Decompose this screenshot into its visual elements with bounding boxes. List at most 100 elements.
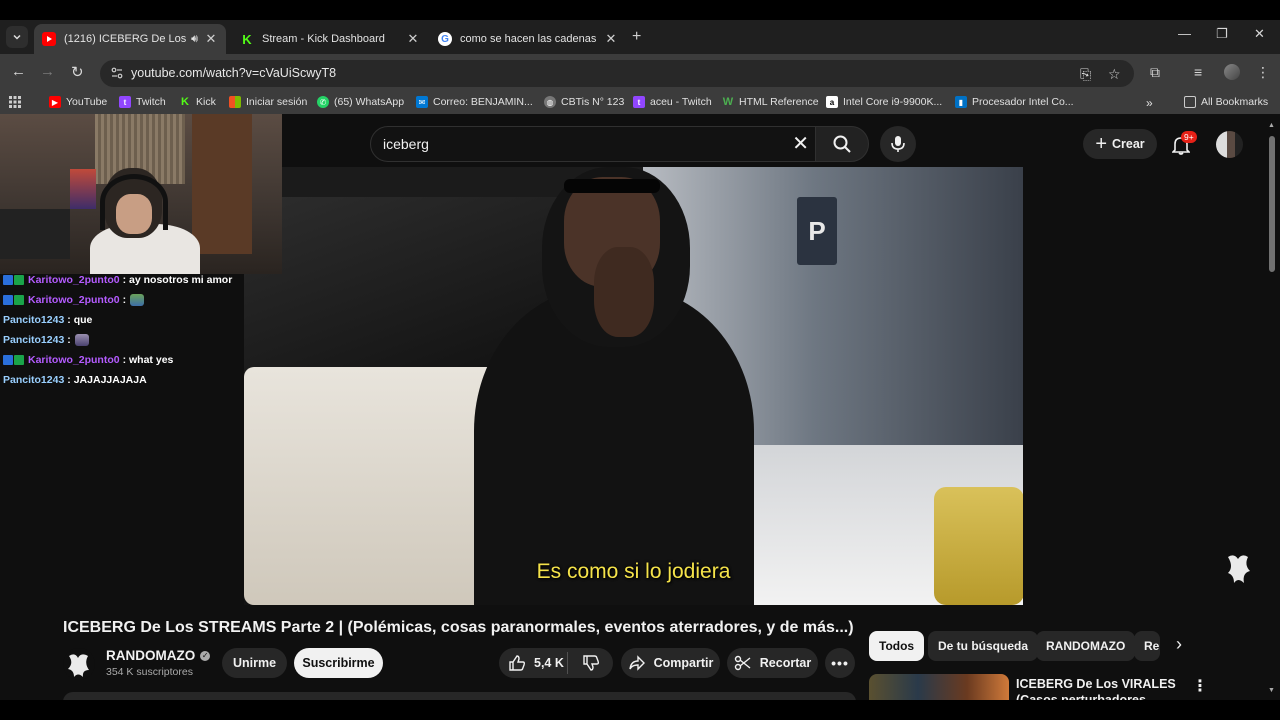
globe-icon: ◍ [544, 96, 556, 108]
minimize-icon[interactable]: — [1178, 26, 1191, 41]
page-scrollbar[interactable] [1268, 122, 1276, 698]
create-label: Crear [1112, 137, 1145, 151]
bookmark-cbtis[interactable]: ◍ CBTis N° 123 [544, 96, 624, 108]
profile-avatar[interactable] [1224, 64, 1240, 80]
tab-google[interactable]: G como se hacen las cadenas crafteo ✕ [430, 24, 626, 54]
notification-count-badge: 9+ [1181, 131, 1197, 143]
tab-youtube[interactable]: (1216) ICEBERG De Los STREAMS Parte 2 🔊︎… [34, 24, 226, 54]
more-vertical-icon[interactable]: ⋮ [1192, 676, 1208, 696]
video-player[interactable]: P Es como si lo jodiera [244, 167, 1023, 605]
search-input[interactable]: iceberg ✕ [370, 126, 816, 162]
scroll-down-icon[interactable]: ▼ [1268, 687, 1275, 694]
bookmark-youtube[interactable]: ▶ YouTube [49, 96, 107, 108]
bookmark-login[interactable]: Iniciar sesión [229, 96, 307, 108]
emote-icon [74, 334, 89, 346]
tab-title: (1216) ICEBERG De Los STREAMS Parte 2 [64, 33, 187, 45]
clear-search-icon[interactable]: ✕ [792, 131, 809, 156]
speaker-icon[interactable]: 🔊︎ [191, 33, 198, 46]
tab-title: Stream - Kick Dashboard [262, 33, 385, 45]
channel-watermark-icon[interactable] [1224, 551, 1256, 585]
chat-message: Karitowo_2punto0: what yes [0, 350, 244, 370]
chip-from-search[interactable]: De tu búsqueda [928, 631, 1039, 661]
new-tab-button[interactable]: + [632, 28, 641, 46]
related-video-thumbnail[interactable] [869, 674, 1009, 700]
tab-search-button[interactable] [6, 26, 28, 48]
chat-username: Pancito1243 [3, 314, 65, 326]
badge-icon [3, 275, 13, 285]
chevron-right-icon[interactable]: › [1176, 634, 1182, 655]
like-count[interactable]: 5,4 K [534, 656, 564, 670]
tab-title: como se hacen las cadenas crafteo [460, 33, 598, 45]
chat-username: Karitowo_2punto0 [28, 274, 120, 286]
reload-icon[interactable]: ↻ [71, 63, 84, 81]
search-query: iceberg [383, 136, 429, 152]
bookmark-mail[interactable]: ✉ Correo: BENJAMIN... [416, 96, 533, 108]
close-window-icon[interactable]: ✕ [1254, 26, 1265, 42]
media-control-icon[interactable]: ≡ [1194, 64, 1202, 80]
chip-channel[interactable]: RANDOMAZO [1036, 631, 1136, 661]
bookmark-aceu[interactable]: t aceu - Twitch [633, 96, 712, 108]
bookmark-intel-amazon[interactable]: a Intel Core i9-9900K... [826, 96, 942, 108]
folder-icon [1184, 96, 1196, 108]
bookmark-html-ref[interactable]: W HTML Reference [722, 96, 819, 108]
account-avatar[interactable] [1216, 131, 1243, 158]
close-icon[interactable]: ✕ [204, 31, 218, 47]
bookmark-whatsapp[interactable]: ✆ (65) WhatsApp [317, 96, 404, 108]
address-bar[interactable]: youtube.com/watch?v=cVaUiScwyT8 ⎘ ☆ [100, 60, 1134, 87]
chip-all[interactable]: Todos [869, 631, 925, 661]
search-button[interactable] [815, 126, 869, 162]
top-letterbox [0, 0, 1280, 20]
youtube-icon [42, 32, 56, 46]
channel-name[interactable]: RANDOMAZO ✓ [106, 648, 211, 663]
bookmark-intel[interactable]: ▮ Procesador Intel Co... [955, 96, 1074, 108]
site-info-icon[interactable] [110, 66, 124, 80]
video-frame-cup [934, 487, 1023, 605]
back-icon[interactable]: ← [11, 63, 26, 80]
menu-icon[interactable]: ⋮ [1256, 64, 1270, 81]
close-icon[interactable]: ✕ [604, 31, 618, 47]
youtube-icon: ▶ [49, 96, 61, 108]
join-button[interactable]: Unirme [222, 648, 287, 678]
description-box[interactable] [63, 692, 856, 700]
kick-icon: K [240, 32, 254, 47]
bookmark-label: Procesador Intel Co... [972, 96, 1074, 108]
chevron-down-icon [13, 34, 21, 40]
stream-chat-overlay: Karitowo_2punto0: ay nosotros mi amor Ka… [0, 270, 244, 390]
related-video-title[interactable]: ICEBERG De Los VIRALES (Casos perturbado… [1016, 676, 1176, 700]
channel-avatar[interactable] [63, 648, 95, 680]
kick-icon: K [181, 96, 189, 108]
scrollbar-thumb[interactable] [1269, 136, 1275, 272]
share-button[interactable]: Compartir [621, 648, 720, 678]
apps-icon[interactable] [9, 96, 21, 108]
google-icon: G [438, 32, 452, 46]
chat-message: Pancito1243: [0, 330, 244, 350]
bookmark-twitch[interactable]: t Twitch [119, 96, 166, 108]
close-icon[interactable]: ✕ [406, 31, 420, 47]
badge-icon [14, 355, 24, 365]
microphone-icon [891, 136, 905, 152]
url-text: youtube.com/watch?v=cVaUiScwyT8 [131, 66, 337, 80]
chip-related[interactable]: Re [1134, 631, 1160, 661]
subscribe-button[interactable]: Suscribirme [294, 648, 383, 678]
forward-icon[interactable]: → [40, 63, 55, 80]
dislike-button[interactable] [582, 654, 600, 677]
chat-text: ay nosotros mi amor [129, 274, 233, 286]
bookmark-kick[interactable]: K Kick [179, 96, 216, 108]
restore-icon[interactable]: ❐ [1216, 26, 1228, 42]
more-bookmarks-icon[interactable]: » [1146, 96, 1153, 110]
video-title: ICEBERG De Los STREAMS Parte 2 | (Polémi… [63, 619, 854, 636]
star-icon[interactable]: ☆ [1108, 66, 1121, 83]
voice-search-button[interactable] [880, 126, 916, 162]
all-bookmarks[interactable]: All Bookmarks [1184, 96, 1268, 108]
streamer-webcam [0, 114, 282, 274]
scroll-up-icon[interactable]: ▲ [1268, 122, 1275, 129]
like-button[interactable] [508, 654, 526, 672]
extensions-icon[interactable]: ⧉ [1150, 64, 1160, 81]
create-button[interactable]: + Crear [1083, 129, 1157, 159]
tab-kick[interactable]: K Stream - Kick Dashboard ✕ [232, 24, 428, 54]
install-app-icon[interactable]: ⎘ [1080, 66, 1091, 83]
mail-icon: ✉ [416, 96, 428, 108]
clip-button[interactable]: Recortar [727, 648, 818, 678]
twitch-icon: t [633, 96, 645, 108]
more-actions-button[interactable]: ••• [825, 648, 855, 678]
